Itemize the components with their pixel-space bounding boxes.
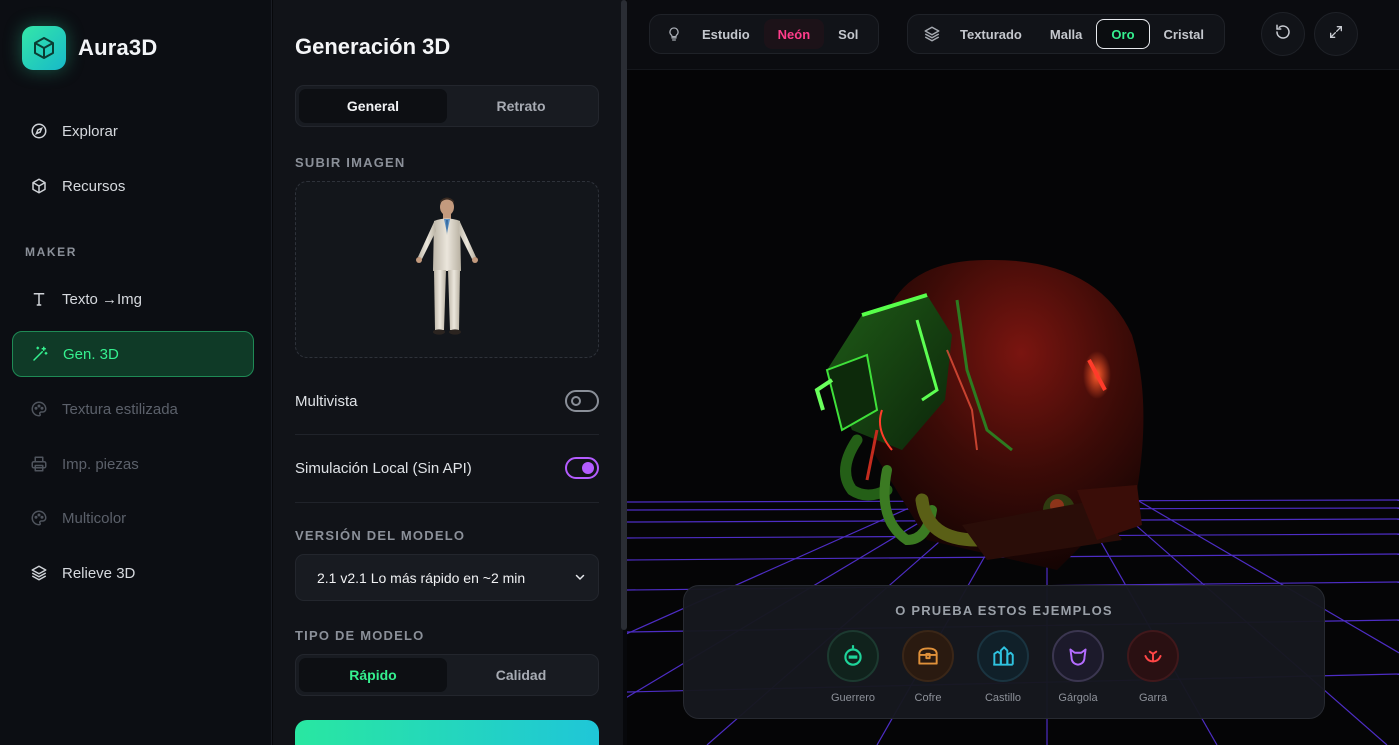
example-label: Garra — [1138, 692, 1168, 704]
page-title: Generación 3D — [295, 34, 451, 59]
model-version-select[interactable]: 2.1 v2.1 Lo más rápido en ~2 min — [295, 554, 599, 601]
sidebar-item-textura-estilizada[interactable]: Textura estilizada — [12, 386, 254, 432]
example-castillo[interactable]: Castillo — [973, 630, 1033, 704]
sidebar-item-label: Recursos — [62, 177, 126, 195]
layers-icon — [30, 564, 48, 582]
viewer-toolbar: Estudio Neón Sol Texturado Malla Oro Cri… — [627, 0, 1399, 70]
model-version-label: VERSIÓN DEL MODELO — [295, 528, 466, 543]
sidebar-item-label: Imp. piezas — [62, 455, 139, 473]
sidebar-item-label: Textura estilizada — [62, 400, 178, 418]
upload-label: SUBIR IMAGEN — [295, 155, 406, 170]
warrior-icon — [827, 630, 879, 682]
rotate-reset-icon — [1274, 23, 1292, 46]
castle-icon — [977, 630, 1029, 682]
helmet-3d-model — [814, 259, 1144, 570]
printer-icon — [30, 455, 48, 473]
sidebar: Aura3D Explorar Recursos MAKER Texto →Im… — [0, 0, 272, 745]
app-logo-icon — [22, 26, 66, 70]
sidebar-item-explorar[interactable]: Explorar — [12, 108, 254, 154]
sidebar-item-gen-3d[interactable]: Gen. 3D — [12, 331, 254, 377]
expand-icon — [1328, 24, 1344, 45]
box-icon — [30, 177, 48, 195]
local-sim-row: Simulación Local (Sin API) — [295, 448, 599, 488]
mode-tabs: General Retrato — [295, 85, 599, 127]
tab-rapido[interactable]: Rápido — [299, 658, 447, 692]
material-malla[interactable]: Malla — [1036, 19, 1097, 49]
local-sim-label: Simulación Local (Sin API) — [295, 459, 472, 477]
sidebar-item-label: Gen. 3D — [63, 345, 119, 363]
sidebar-item-imp-piezas[interactable]: Imp. piezas — [12, 441, 254, 487]
model-version-value: 2.1 v2.1 Lo más rápido en ~2 min — [317, 569, 526, 586]
reset-view-button[interactable] — [1261, 12, 1305, 56]
multivista-row: Multivista — [295, 381, 599, 421]
claw-icon — [1127, 630, 1179, 682]
divider — [295, 434, 599, 435]
tab-retrato[interactable]: Retrato — [447, 89, 595, 123]
example-label: Gárgola — [1058, 692, 1098, 704]
local-sim-toggle[interactable] — [565, 457, 599, 479]
app-name: Aura3D — [78, 35, 158, 60]
examples-panel: O PRUEBA ESTOS EJEMPLOS Guerrero Cofre C… — [683, 585, 1325, 719]
layers-icon — [918, 19, 946, 49]
model-viewport[interactable]: Estudio Neón Sol Texturado Malla Oro Cri… — [627, 0, 1399, 745]
lighting-selector: Estudio Neón Sol — [649, 14, 880, 54]
tab-calidad[interactable]: Calidad — [447, 658, 595, 692]
tab-general[interactable]: General — [299, 89, 447, 123]
palette-icon — [30, 509, 48, 527]
chevron-down-icon — [574, 570, 586, 586]
example-label: Cofre — [914, 692, 942, 704]
brand[interactable]: Aura3D — [22, 26, 157, 70]
model-type-tabs: Rápido Calidad — [295, 654, 599, 696]
sidebar-item-multicolor[interactable]: Multicolor — [12, 495, 254, 541]
compass-icon — [30, 122, 48, 140]
sidebar-item-label: Texto →Img — [62, 290, 143, 308]
example-guerrero[interactable]: Guerrero — [823, 630, 883, 704]
generate-button[interactable] — [295, 720, 599, 745]
sidebar-item-relieve-3d[interactable]: Relieve 3D — [12, 550, 254, 596]
sidebar-item-texto-img[interactable]: Texto →Img — [12, 276, 254, 322]
multivista-label: Multivista — [295, 392, 358, 410]
section-label-maker: MAKER — [25, 245, 77, 259]
multivista-toggle[interactable] — [565, 390, 599, 412]
example-cofre[interactable]: Cofre — [898, 630, 958, 704]
palette-icon — [30, 400, 48, 418]
chest-icon — [902, 630, 954, 682]
magic-wand-icon — [31, 345, 49, 363]
material-texturado[interactable]: Texturado — [946, 19, 1036, 49]
lighting-estudio[interactable]: Estudio — [688, 19, 764, 49]
lighting-sol[interactable]: Sol — [824, 19, 872, 49]
sidebar-item-label: Multicolor — [62, 509, 127, 527]
sidebar-item-label: Relieve 3D — [62, 564, 136, 582]
image-upload-dropzone[interactable] — [295, 181, 599, 358]
material-cristal[interactable]: Cristal — [1150, 19, 1218, 49]
examples-title: O PRUEBA ESTOS EJEMPLOS — [895, 603, 1113, 618]
uploaded-image-preview — [416, 197, 478, 335]
example-gargola[interactable]: Gárgola — [1048, 630, 1108, 704]
example-label: Castillo — [984, 692, 1022, 704]
gargoyle-icon — [1052, 630, 1104, 682]
material-oro[interactable]: Oro — [1096, 19, 1150, 49]
generation-panel: Generación 3D General Retrato SUBIR IMAG… — [273, 0, 623, 745]
sidebar-item-recursos[interactable]: Recursos — [12, 163, 254, 209]
example-label: Guerrero — [830, 692, 876, 704]
divider — [295, 502, 599, 503]
model-type-label: TIPO DE MODELO — [295, 628, 425, 643]
example-garra[interactable]: Garra — [1123, 630, 1183, 704]
fullscreen-button[interactable] — [1314, 12, 1358, 56]
sidebar-item-label: Explorar — [62, 122, 118, 140]
lighting-neon[interactable]: Neón — [763, 19, 825, 49]
lightbulb-icon — [660, 19, 688, 49]
text-icon — [30, 290, 48, 308]
material-selector: Texturado Malla Oro Cristal — [907, 14, 1225, 54]
